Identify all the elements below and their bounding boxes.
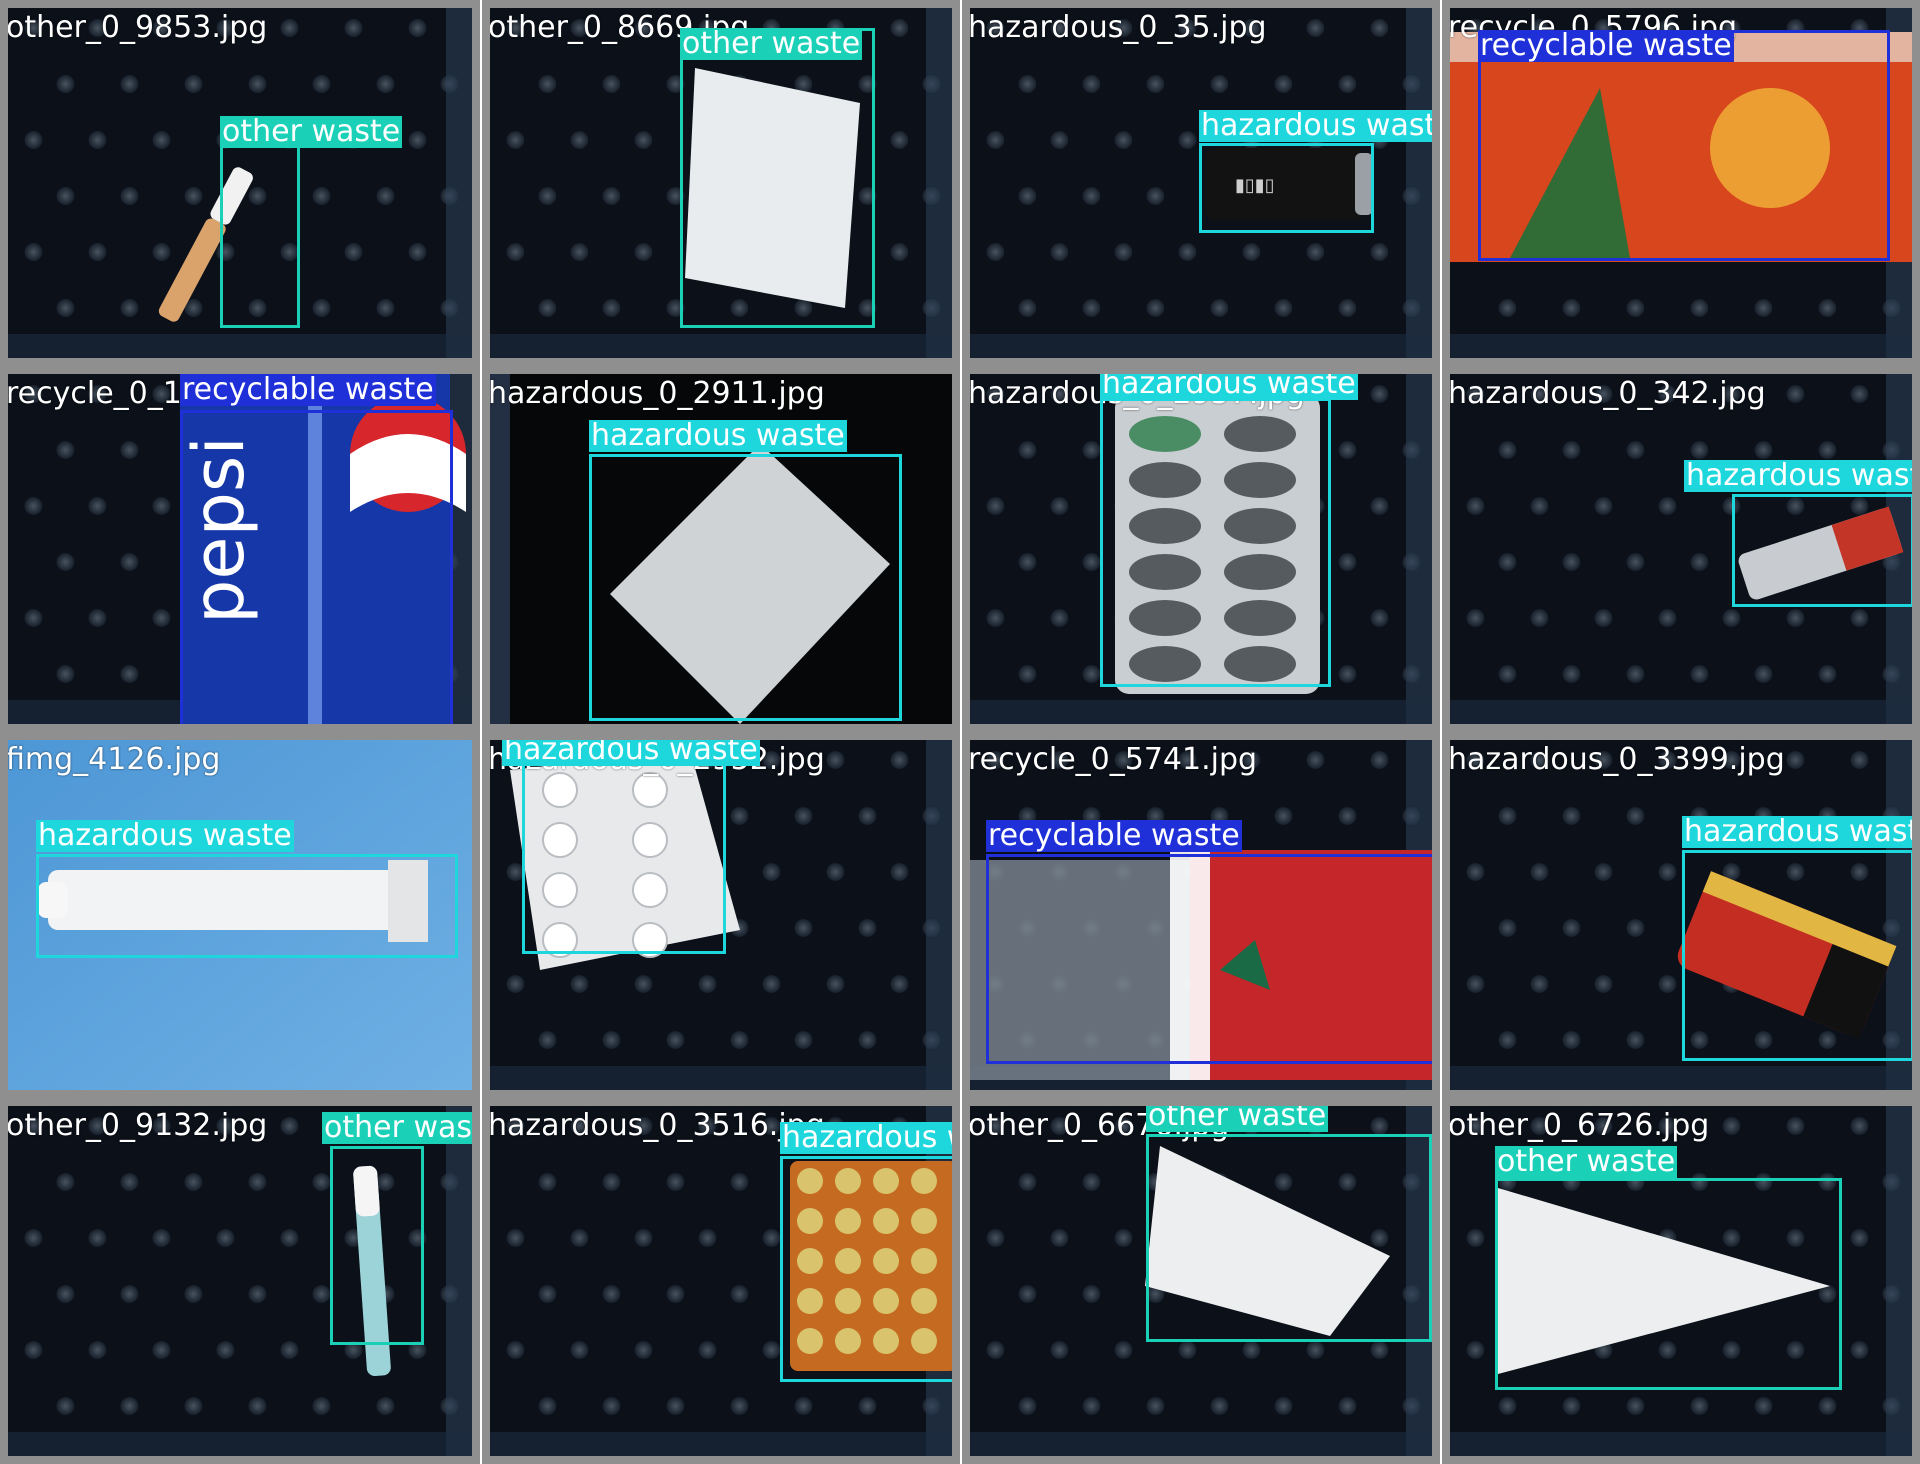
bounding-box bbox=[1146, 1134, 1432, 1342]
class-label: hazardous waste bbox=[502, 732, 760, 767]
image-tile: hazardous_0_2952.jpghazardous waste bbox=[482, 732, 960, 1098]
bounding-box bbox=[1199, 143, 1374, 233]
image-tile: hazardous_0_2957.jpghazardous waste bbox=[962, 366, 1440, 732]
image-tile: hazardous_0_3516.jpghazardous waste bbox=[482, 1098, 960, 1464]
class-label: other waste bbox=[322, 1112, 472, 1144]
class-label: other waste bbox=[1146, 1098, 1329, 1133]
class-label: hazardous waste bbox=[589, 418, 847, 453]
class-label: recyclable waste bbox=[180, 372, 436, 407]
image-filename: hazardous_0_35.jpg bbox=[968, 10, 1267, 45]
image-tile: pepsi recycle_0_1 recyclable waste bbox=[0, 366, 480, 732]
class-label: hazardous waste bbox=[36, 818, 294, 853]
image-tile: recycle_0_5796.jpg recyclable waste bbox=[1442, 0, 1920, 366]
image-tile: fimg_4126.jpg hazardous waste bbox=[0, 732, 480, 1098]
image-filename: recycle_0_1 bbox=[6, 376, 182, 411]
class-label: other waste bbox=[680, 26, 863, 61]
image-tile: hazardous_0_2911.jpg hazardous waste bbox=[482, 366, 960, 732]
bounding-box bbox=[986, 854, 1432, 1064]
bounding-box bbox=[1682, 850, 1912, 1061]
detection-grid: other_0_9853.jpg other waste other_0_8669.… bbox=[0, 0, 1920, 1464]
class-label: recyclable waste bbox=[1478, 28, 1734, 63]
image-filename: hazardous_0_3399.jpg bbox=[1448, 742, 1785, 777]
class-label: recyclable waste bbox=[986, 818, 1242, 853]
image-tile: hazardous_0_3399.jpg hazardous waste bbox=[1442, 732, 1920, 1098]
image-tile: hazardous_0_342.jpg hazardous waste bbox=[1442, 366, 1920, 732]
bounding-box bbox=[522, 762, 726, 954]
image-tile: other_0_9853.jpgother waste bbox=[0, 0, 480, 366]
image-filename: recycle_0_5741.jpg bbox=[968, 742, 1258, 777]
bounding-box bbox=[1478, 30, 1890, 261]
bounding-box bbox=[1495, 1178, 1842, 1390]
bounding-box bbox=[1100, 398, 1331, 687]
image-tile: other_0_6676.jpg other waste bbox=[962, 1098, 1440, 1464]
class-label: hazardous waste bbox=[1682, 816, 1912, 848]
class-label: hazardous waste bbox=[1684, 460, 1912, 492]
image-filename: hazardous_0_3516.jpg bbox=[488, 1108, 825, 1143]
image-tile: other_0_8669.jpg other waste bbox=[482, 0, 960, 366]
image-tile: ▮▯▮▯ hazardous_0_35.jpg hazardous waste bbox=[962, 0, 1440, 366]
image-filename: other_0_6726.jpg bbox=[1448, 1108, 1710, 1143]
class-label: hazardous waste bbox=[780, 1122, 952, 1154]
bounding-box bbox=[680, 28, 875, 328]
class-label: other waste bbox=[220, 114, 403, 149]
bounding-box bbox=[589, 454, 902, 721]
image-filename: fimg_4126.jpg bbox=[6, 742, 221, 777]
class-label: hazardous waste bbox=[1100, 366, 1358, 401]
bounding-box bbox=[1732, 494, 1912, 607]
bounding-box bbox=[330, 1146, 424, 1345]
image-filename: hazardous_0_2911.jpg bbox=[488, 376, 825, 411]
bounding-box bbox=[780, 1156, 952, 1382]
bounding-box bbox=[36, 854, 458, 958]
image-tile: other_0_6726.jpg other waste bbox=[1442, 1098, 1920, 1464]
image-tile: other_0_9132.jpg other waste bbox=[0, 1098, 480, 1464]
image-filename: other_0_9132.jpg bbox=[6, 1108, 268, 1143]
class-label: other waste bbox=[1495, 1144, 1678, 1179]
bounding-box bbox=[180, 410, 453, 724]
image-filename: other_0_9853.jpg bbox=[6, 10, 268, 45]
class-label: hazardous waste bbox=[1199, 110, 1432, 142]
image-filename: hazardous_0_342.jpg bbox=[1448, 376, 1766, 411]
image-tile: recycle_0_5741.jpg recyclable waste bbox=[962, 732, 1440, 1098]
